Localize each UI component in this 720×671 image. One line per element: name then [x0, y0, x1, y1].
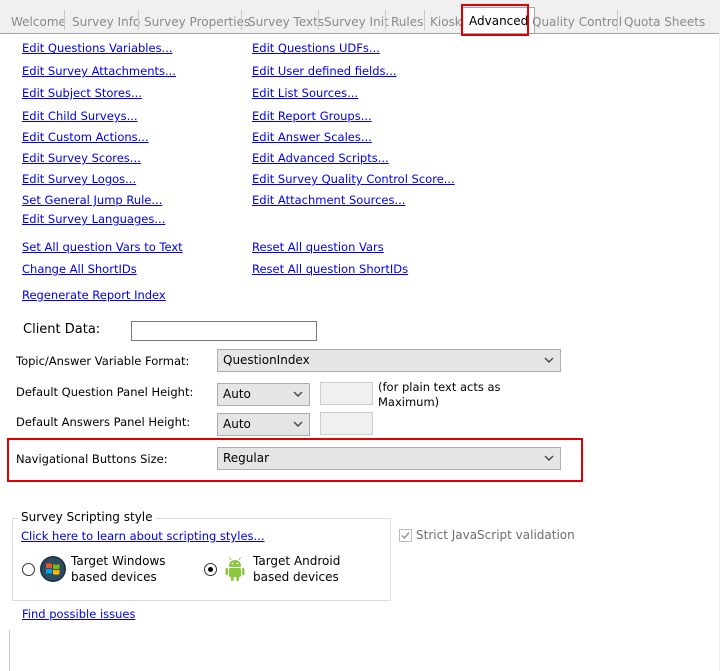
plain-text-note: (for plain text acts as Maximum) [378, 380, 501, 409]
edit-answer-scales-link[interactable]: Edit Answer Scales... [252, 130, 372, 144]
tab-survey-init[interactable]: Survey Init [324, 14, 389, 30]
edit-report-groups-link[interactable]: Edit Report Groups... [252, 109, 372, 123]
tab-separator [385, 10, 386, 30]
edit-survey-scores-link[interactable]: Edit Survey Scores... [22, 151, 141, 165]
change-all-shortids-link[interactable]: Change All ShortIDs [22, 262, 137, 276]
tab-separator [617, 10, 618, 30]
question-panel-height-input [320, 382, 373, 405]
tab-quota-sheets[interactable]: Quota Sheets [624, 14, 705, 30]
tab-survey-properties[interactable]: Survey Properties [144, 14, 250, 30]
tab-bar: Welcome Survey Info Survey Properties Su… [0, 0, 720, 34]
edit-survey-quality-control-score-link[interactable]: Edit Survey Quality Control Score... [252, 172, 455, 186]
tab-kiosk[interactable]: Kiosk [430, 14, 462, 30]
advanced-panel: Edit Questions Variables... Edit Survey … [0, 33, 719, 671]
nav-buttons-size-value: Regular [223, 451, 270, 465]
topic-format-label: Topic/Answer Variable Format: [16, 354, 190, 368]
edit-questions-variables-link[interactable]: Edit Questions Variables... [22, 41, 173, 55]
strict-js-checkbox[interactable] [399, 529, 412, 542]
edit-attachment-sources-link[interactable]: Edit Attachment Sources... [252, 193, 405, 207]
edit-advanced-scripts-link[interactable]: Edit Advanced Scripts... [252, 151, 389, 165]
edit-list-sources-link[interactable]: Edit List Sources... [252, 86, 358, 100]
question-panel-height-label: Default Question Panel Height: [16, 385, 194, 399]
learn-scripting-styles-link[interactable]: Click here to learn about scripting styl… [21, 529, 264, 543]
nav-buttons-size-select[interactable]: Regular [217, 447, 561, 470]
edit-user-defined-fields-link[interactable]: Edit User defined fields... [252, 64, 397, 78]
find-possible-issues-link[interactable]: Find possible issues [22, 607, 136, 621]
target-windows-radio[interactable] [22, 563, 35, 576]
target-android-label-line1: Target Android [253, 554, 341, 568]
edit-questions-udfs-link[interactable]: Edit Questions UDFs... [252, 41, 380, 55]
topic-format-value: QuestionIndex [223, 353, 310, 367]
chevron-down-icon [544, 455, 554, 461]
target-windows-label-line1: Target Windows [71, 554, 166, 568]
reset-all-question-shortids-link[interactable]: Reset All question ShortIDs [252, 262, 408, 276]
nav-buttons-size-label: Navigational Buttons Size: [16, 452, 168, 466]
edit-survey-attachments-link[interactable]: Edit Survey Attachments... [22, 64, 176, 78]
edit-survey-logos-link[interactable]: Edit Survey Logos... [22, 172, 136, 186]
windows-logo-icon [40, 556, 66, 582]
edit-subject-stores-link[interactable]: Edit Subject Stores... [22, 86, 142, 100]
set-general-jump-rule-link[interactable]: Set General Jump Rule... [22, 193, 162, 207]
tab-rules[interactable]: Rules [391, 14, 423, 30]
chevron-down-icon [293, 391, 303, 397]
client-data-label: Client Data: [23, 322, 101, 337]
tab-separator [424, 10, 425, 30]
answers-panel-height-value: Auto [223, 417, 251, 431]
target-windows-label-line2: based devices [71, 570, 157, 584]
chevron-down-icon [544, 357, 554, 363]
tab-separator [318, 10, 319, 30]
tab-separator [241, 10, 242, 30]
target-android-radio[interactable] [204, 563, 217, 576]
topic-format-select[interactable]: QuestionIndex [217, 349, 561, 372]
target-android-label-line2: based devices [253, 570, 339, 584]
tab-survey-info[interactable]: Survey Info [72, 14, 140, 30]
regenerate-report-index-link[interactable]: Regenerate Report Index [22, 288, 166, 302]
answers-panel-height-label: Default Answers Panel Height: [16, 415, 191, 429]
set-all-vars-to-text-link[interactable]: Set All question Vars to Text [22, 240, 183, 254]
reset-all-question-vars-link[interactable]: Reset All question Vars [252, 240, 384, 254]
android-logo-icon [221, 555, 249, 583]
strict-js-label: Strict JavaScript validation [416, 528, 575, 542]
edit-child-surveys-link[interactable]: Edit Child Surveys... [22, 109, 138, 123]
client-data-input[interactable] [131, 321, 317, 341]
tab-welcome[interactable]: Welcome [11, 14, 66, 30]
answers-panel-height-select[interactable]: Auto [217, 413, 310, 436]
tab-separator [138, 10, 139, 30]
panel-edge [9, 630, 10, 671]
chevron-down-icon [293, 421, 303, 427]
tab-advanced[interactable]: Advanced [462, 7, 536, 34]
scripting-style-title: Survey Scripting style [18, 510, 156, 524]
tab-separator [64, 10, 65, 30]
question-panel-height-select[interactable]: Auto [217, 383, 310, 406]
question-panel-height-value: Auto [223, 387, 251, 401]
checkmark-icon [401, 532, 410, 540]
tab-quality-control[interactable]: Quality Control [532, 14, 622, 30]
edit-custom-actions-link[interactable]: Edit Custom Actions... [22, 130, 149, 144]
answers-panel-height-input [320, 412, 373, 435]
edit-survey-languages-link[interactable]: Edit Survey Languages... [22, 212, 165, 226]
tab-survey-texts[interactable]: Survey Texts [248, 14, 324, 30]
